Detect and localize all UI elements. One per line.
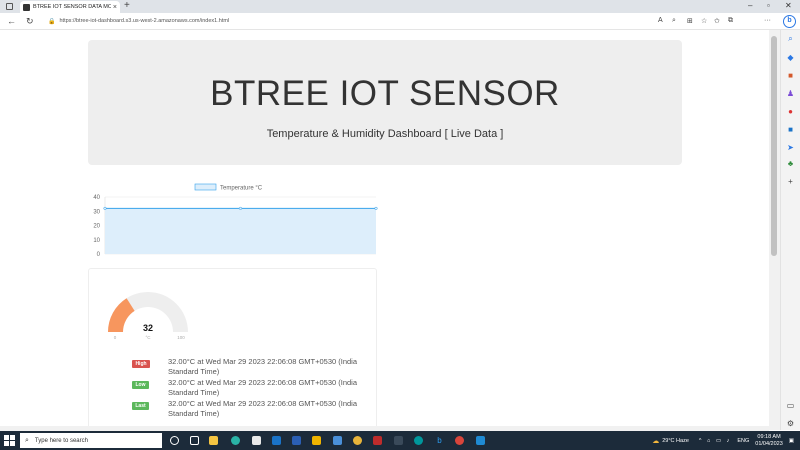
back-icon[interactable]: ← — [7, 16, 16, 26]
filezilla-icon[interactable] — [373, 436, 382, 445]
y-tick-label: 30 — [93, 209, 100, 215]
word-icon[interactable] — [292, 436, 301, 445]
gauge-max-label: 100 — [177, 335, 185, 340]
gauge-unit: °C — [145, 335, 151, 340]
new-tab-icon[interactable]: + — [124, 0, 130, 11]
chrome-icon[interactable] — [353, 436, 362, 445]
close-tab-icon[interactable]: × — [113, 4, 117, 11]
minimize-icon[interactable]: – — [748, 1, 752, 10]
y-tick-label: 20 — [93, 224, 100, 230]
tools-icon[interactable]: ■ — [785, 70, 796, 81]
drop-icon[interactable]: ➤ — [785, 142, 796, 153]
read-aloud-icon[interactable]: A — [658, 17, 663, 24]
refresh-icon[interactable]: ↻ — [26, 16, 34, 27]
collections-icon[interactable]: ⧉ — [728, 17, 733, 25]
vertical-scrollbar[interactable] — [769, 30, 780, 430]
gauge-card: 32 °C 0 100 High 32.00°C at Wed Mar 29 2… — [88, 268, 377, 426]
temperature-chart: Temperature °C 0 10 20 30 40 — [93, 183, 378, 258]
bing-chat-icon[interactable]: b — [783, 15, 796, 28]
url-field[interactable]: 🔒 https://btree-iot-dashboard.s3.us-west… — [48, 15, 648, 27]
tree-icon[interactable]: ♣ — [785, 158, 796, 169]
taskbar-search-placeholder: Type here to search — [34, 437, 88, 444]
favorites-icon[interactable]: ✩ — [714, 17, 720, 25]
cortana-icon[interactable] — [170, 436, 179, 445]
language-indicator[interactable]: ENG — [737, 438, 749, 444]
bing-icon[interactable]: b — [435, 436, 444, 445]
temperature-gauge: 32 °C 0 100 — [108, 292, 188, 340]
series-area — [105, 208, 376, 254]
sticky-notes-icon[interactable] — [312, 436, 321, 445]
gauge-value: 32 — [143, 323, 153, 333]
legend-label: Temperature °C — [220, 186, 263, 192]
system-tray: ☁ 29°C Haze ^ ⌂ ▭ ♪ ENG 09:18 AM 01/04/2… — [652, 433, 794, 448]
photos-icon[interactable] — [333, 436, 342, 445]
add-icon[interactable]: + — [785, 176, 796, 187]
browser-tab[interactable]: BTREE IOT SENSOR DATA MONITOR × — [20, 1, 120, 13]
low-record-text: 32.00°C at Wed Mar 29 2023 22:06:08 GMT+… — [168, 378, 358, 397]
search-icon[interactable]: ⌕ — [785, 33, 796, 44]
task-view-icon[interactable] — [190, 436, 199, 445]
settings-icon[interactable]: ⚙ — [785, 418, 796, 429]
clock[interactable]: 09:18 AM 01/04/2023 — [755, 434, 783, 447]
last-badge: Last — [132, 402, 149, 410]
tab-bar: BTREE IOT SENSOR DATA MONITOR × + – ▫ ✕ — [0, 0, 800, 13]
scroll-thumb[interactable] — [771, 36, 777, 256]
windows-start-icon[interactable] — [4, 435, 15, 446]
data-point — [103, 206, 107, 210]
weather-icon[interactable]: ☁ — [652, 437, 659, 445]
extension-icon[interactable]: ⊞ — [687, 17, 693, 25]
edge-sidebar: ⌕ ◆ ■ ♟ ● ■ ➤ ♣ + ▭ ⚙ — [780, 30, 800, 430]
mail-icon[interactable] — [272, 436, 281, 445]
high-record-text: 32.00°C at Wed Mar 29 2023 22:06:08 GMT+… — [168, 357, 358, 376]
zoom-icon[interactable]: ⌕ — [672, 17, 676, 25]
low-badge: Low — [132, 381, 149, 389]
edge-icon[interactable] — [231, 436, 240, 445]
restore-icon[interactable]: ▫ — [767, 1, 770, 10]
close-window-icon[interactable]: ✕ — [785, 1, 792, 10]
vscode-icon[interactable] — [476, 436, 485, 445]
notification-icon[interactable]: ▣ — [789, 438, 794, 444]
tray-icons[interactable]: ^ ⌂ ▭ ♪ — [699, 438, 731, 444]
arduino-icon[interactable] — [414, 436, 423, 445]
clock-date: 01/04/2023 — [755, 440, 783, 447]
page-subtitle: Temperature & Humidity Dashboard [ Live … — [266, 128, 504, 140]
y-tick-label: 10 — [93, 238, 100, 244]
file-explorer-icon[interactable] — [209, 436, 218, 445]
more-icon[interactable]: ··· — [764, 17, 771, 24]
favorite-icon[interactable]: ☆ — [701, 17, 707, 25]
y-tick-label: 0 — [97, 252, 101, 258]
games-icon[interactable]: ♟ — [785, 88, 796, 99]
chrome-profile-icon[interactable] — [455, 436, 464, 445]
gauge-min-label: 0 — [114, 335, 117, 340]
workspaces-icon[interactable] — [6, 3, 13, 10]
legend-swatch — [194, 183, 217, 191]
weather-text[interactable]: 29°C Haze — [662, 438, 689, 444]
y-tick-label: 40 — [93, 195, 100, 201]
taskbar: ⌕ Type here to search b ☁ 29°C Haze ^ ⌂ … — [0, 431, 800, 450]
taskbar-search[interactable]: ⌕ Type here to search — [20, 433, 162, 448]
page-title: BTREE IOT SENSOR — [210, 74, 560, 113]
remote-icon[interactable] — [394, 436, 403, 445]
lock-icon: 🔒 — [48, 18, 56, 25]
url-text: https://btree-iot-dashboard.s3.us-west-2… — [59, 18, 230, 24]
address-bar: ← ↻ 🔒 https://btree-iot-dashboard.s3.us-… — [0, 13, 800, 38]
last-record-text: 32.00°C at Wed Mar 29 2023 22:06:08 GMT+… — [168, 399, 358, 418]
hero-jumbotron: BTREE IOT SENSOR Temperature & Humidity … — [88, 40, 682, 165]
outlook-icon[interactable]: ■ — [785, 124, 796, 135]
shopping-icon[interactable]: ◆ — [785, 52, 796, 63]
calendar-icon[interactable] — [252, 436, 261, 445]
page-content: BTREE IOT SENSOR Temperature & Humidity … — [0, 30, 769, 426]
high-badge: High — [132, 360, 150, 368]
data-point — [238, 206, 243, 210]
office-icon[interactable]: ● — [785, 106, 796, 117]
tab-title: BTREE IOT SENSOR DATA MONITOR — [33, 4, 111, 10]
search-icon: ⌕ — [25, 436, 29, 444]
split-screen-icon[interactable]: ▭ — [785, 400, 796, 411]
favicon-icon — [23, 3, 30, 11]
data-point — [374, 206, 378, 210]
